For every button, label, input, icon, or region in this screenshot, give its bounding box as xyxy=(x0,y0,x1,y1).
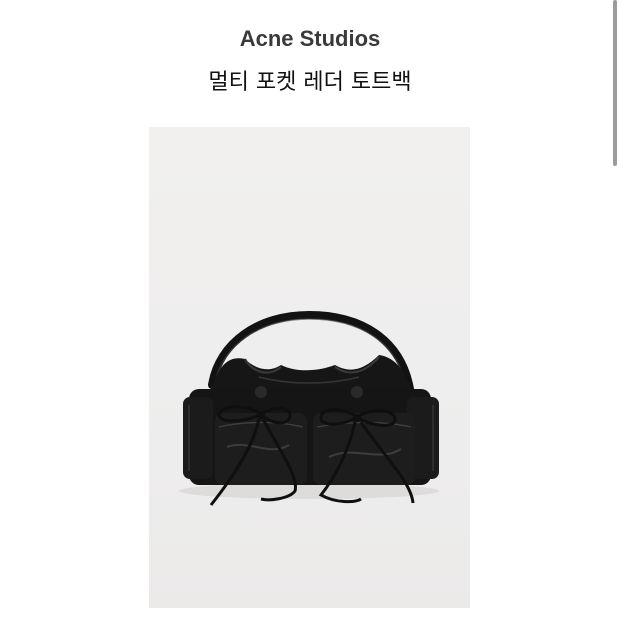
tote-bag-illustration xyxy=(179,310,439,506)
product-image[interactable] xyxy=(149,127,470,608)
brand-name: Acne Studios xyxy=(239,26,381,51)
product-title: 멀티 포켓 레더 토트백 xyxy=(208,70,412,95)
scrollbar[interactable] xyxy=(613,0,617,166)
